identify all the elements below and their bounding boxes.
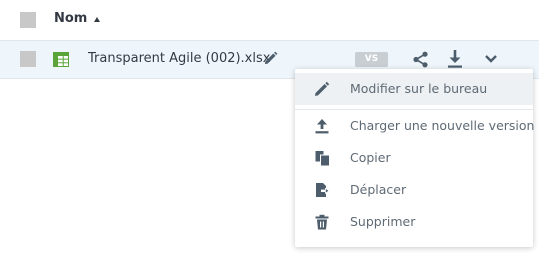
menu-item-upload-version[interactable]: Charger une nouvelle version	[295, 110, 535, 142]
chevron-down-icon[interactable]	[484, 54, 498, 64]
menu-item-label: Modifier sur le bureau	[350, 81, 488, 96]
version-badge: VS	[355, 52, 388, 67]
menu-item-edit-desktop[interactable]: Modifier sur le bureau	[295, 73, 533, 105]
row-checkbox[interactable]	[20, 51, 36, 67]
trash-icon	[315, 214, 329, 230]
move-icon	[316, 183, 330, 197]
column-header-name[interactable]: Nom	[54, 11, 87, 26]
menu-item-label: Copier	[350, 150, 391, 165]
menu-item-label: Supprimer	[350, 214, 416, 229]
menu-item-copy[interactable]: Copier	[295, 142, 533, 174]
spreadsheet-icon	[53, 52, 69, 67]
menu-item-delete[interactable]: Supprimer	[295, 206, 533, 238]
menu-item-label: Déplacer	[350, 182, 407, 197]
file-actions-menu: Modifier sur le bureau Charger une nouve…	[295, 69, 535, 247]
menu-item-move[interactable]: Déplacer	[295, 174, 533, 206]
share-icon[interactable]	[412, 51, 429, 68]
select-all-checkbox[interactable]	[20, 12, 36, 28]
pencil-icon[interactable]	[263, 51, 278, 66]
sort-ascending-icon[interactable]	[94, 17, 100, 22]
copy-icon	[315, 151, 329, 166]
pencil-icon	[315, 81, 330, 96]
menu-item-label: Charger une nouvelle version	[350, 118, 535, 133]
download-icon[interactable]	[447, 50, 463, 68]
file-name[interactable]: Transparent Agile (002).xlsx	[88, 51, 270, 66]
upload-icon	[315, 119, 329, 134]
table-header: Nom	[0, 0, 539, 41]
